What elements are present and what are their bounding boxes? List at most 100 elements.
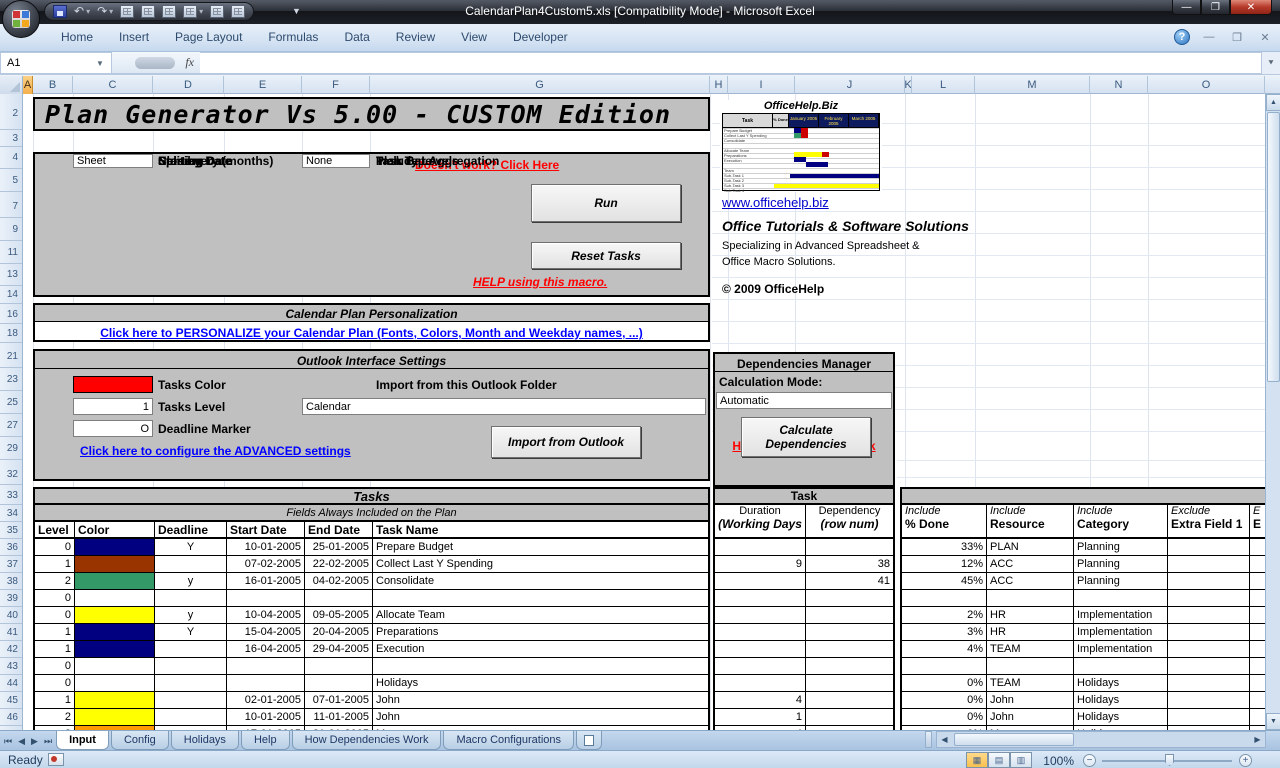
ribbon-tab[interactable]: Home (48, 24, 106, 52)
sheet-tab[interactable]: Config (111, 731, 169, 750)
next-sheet-icon[interactable]: ▶ (31, 736, 38, 747)
office-button[interactable] (2, 0, 40, 38)
tasks-color-swatch[interactable] (73, 376, 153, 393)
right-row[interactable]: 3% HR Implementation (902, 624, 1266, 641)
row-header[interactable]: 4 (0, 147, 22, 169)
row-header[interactable]: 34 (0, 505, 22, 522)
right-row[interactable]: 2% HR Implementation (902, 607, 1266, 624)
row-header[interactable]: 13 (0, 264, 22, 286)
sheet-tab[interactable]: Macro Configurations (443, 731, 574, 750)
right-row[interactable]: 12% ACC Planning (902, 556, 1266, 573)
ribbon-tab[interactable]: Developer (500, 24, 581, 52)
task-row[interactable]: 0 Holidays (35, 675, 708, 692)
column-header[interactable]: B (33, 76, 73, 94)
close-button[interactable]: ✕ (1230, 0, 1272, 15)
last-sheet-icon[interactable]: ⏭ (44, 736, 52, 747)
undo-icon[interactable]: ↶ (74, 5, 84, 18)
column-header[interactable]: K (905, 76, 912, 94)
row-header[interactable]: 41 (0, 624, 22, 641)
mid-row[interactable] (715, 658, 893, 675)
sheet-tab[interactable]: Input (56, 731, 109, 750)
mid-row[interactable] (715, 675, 893, 692)
right-row[interactable] (902, 658, 1266, 675)
outlook-folder-input[interactable]: Calendar (302, 398, 706, 415)
ribbon-tab[interactable]: Page Layout (162, 24, 255, 52)
calculator-icon[interactable] (120, 5, 134, 18)
print-preview-icon[interactable] (210, 5, 224, 18)
right-row[interactable]: 0% John Holidays (902, 709, 1266, 726)
column-header[interactable]: I (728, 76, 795, 94)
calculate-dependencies-button[interactable]: Calculate Dependencies (741, 417, 871, 457)
row-header[interactable]: 40 (0, 607, 22, 624)
mid-row[interactable] (715, 590, 893, 607)
row-header[interactable]: 35 (0, 522, 22, 539)
vertical-scrollbar[interactable]: ▲ ▼ (1265, 94, 1280, 730)
mid-row[interactable]: 41 (715, 573, 893, 590)
row-header[interactable]: 7 (0, 196, 22, 218)
name-box-splitter[interactable] (135, 57, 175, 69)
zoom-slider-thumb[interactable] (1165, 754, 1174, 766)
row-header[interactable]: 14 (0, 286, 22, 304)
zoom-level[interactable]: 100% (1043, 754, 1074, 768)
run-button[interactable]: Run (531, 184, 681, 222)
workbook-minimize-icon[interactable]: — (1200, 31, 1218, 43)
insert-worksheet-tab[interactable] (576, 731, 602, 750)
right-row[interactable]: 0% TEAM Holidays (902, 675, 1266, 692)
reset-tasks-button[interactable]: Reset Tasks (531, 242, 681, 269)
mid-row[interactable] (715, 624, 893, 641)
column-header[interactable]: D (153, 76, 224, 94)
column-header[interactable]: H (710, 76, 728, 94)
personalize-link[interactable]: Click here to PERSONALIZE your Calendar … (100, 326, 643, 340)
help-macro-link[interactable]: HELP using this macro. (473, 275, 607, 289)
task-row[interactable]: 1 Y 15-04-2005 20-04-2005 Preparations (35, 624, 708, 641)
normal-view-icon[interactable]: ▦ (966, 752, 988, 768)
row-header[interactable]: 46 (0, 709, 22, 726)
workbook-restore-icon[interactable]: ❐ (1228, 31, 1246, 44)
macro-record-icon[interactable] (48, 753, 64, 766)
mid-row[interactable] (715, 641, 893, 658)
table-icon[interactable] (141, 5, 155, 18)
select-all-corner[interactable] (0, 76, 23, 94)
task-row[interactable]: 2 y 16-01-2005 04-02-2005 Consolidate (35, 573, 708, 590)
right-row[interactable]: 45% ACC Planning (902, 573, 1266, 590)
mid-row[interactable] (715, 607, 893, 624)
mid-row[interactable]: 4 (715, 692, 893, 709)
name-box-dropdown-icon[interactable]: ▼ (96, 59, 111, 68)
column-header[interactable]: L (912, 76, 975, 94)
scroll-up-icon[interactable]: ▲ (1266, 94, 1280, 111)
form-input[interactable]: Sheet (73, 154, 153, 168)
row-header[interactable]: 23 (0, 369, 22, 391)
row-header[interactable]: 44 (0, 675, 22, 692)
sheet-tab[interactable]: How Dependencies Work (292, 731, 442, 750)
insert-function-icon[interactable]: fx (185, 55, 194, 70)
officehelp-link[interactable]: www.officehelp.biz (722, 195, 829, 210)
row-header[interactable]: 29 (0, 438, 22, 460)
first-sheet-icon[interactable]: ⏮ (4, 736, 12, 747)
formula-input[interactable] (200, 52, 1262, 74)
row-header[interactable]: 3 (0, 130, 22, 147)
column-header[interactable]: M (975, 76, 1090, 94)
ribbon-tab[interactable]: Data (331, 24, 382, 52)
row-header[interactable]: 42 (0, 641, 22, 658)
column-header[interactable]: O (1148, 76, 1265, 94)
task-row[interactable]: 0 (35, 658, 708, 675)
row-header[interactable]: 9 (0, 219, 22, 241)
qat-customize-icon[interactable]: ▼ (292, 6, 301, 16)
page-layout-view-icon[interactable]: ▤ (988, 752, 1010, 768)
row-header[interactable]: 43 (0, 658, 22, 675)
column-header[interactable]: G (370, 76, 710, 94)
row-header[interactable]: 39 (0, 590, 22, 607)
row-header[interactable]: 11 (0, 242, 22, 264)
mid-row[interactable] (715, 539, 893, 556)
row-header[interactable]: 45 (0, 692, 22, 709)
row-header[interactable]: 18 (0, 325, 22, 343)
task-row[interactable]: 1 16-04-2005 29-04-2005 Execution (35, 641, 708, 658)
mid-row[interactable]: 9 38 (715, 556, 893, 573)
tab-scrollbar-splitter[interactable] (925, 731, 932, 748)
sheet-tab[interactable]: Holidays (171, 731, 239, 750)
task-row[interactable]: 0 Y 10-01-2005 25-01-2005 Prepare Budget (35, 539, 708, 556)
vertical-scroll-thumb[interactable] (1267, 112, 1280, 382)
save-icon[interactable] (53, 5, 67, 18)
scroll-left-icon[interactable]: ◀ (937, 735, 952, 744)
ribbon-tab[interactable]: Review (383, 24, 448, 52)
